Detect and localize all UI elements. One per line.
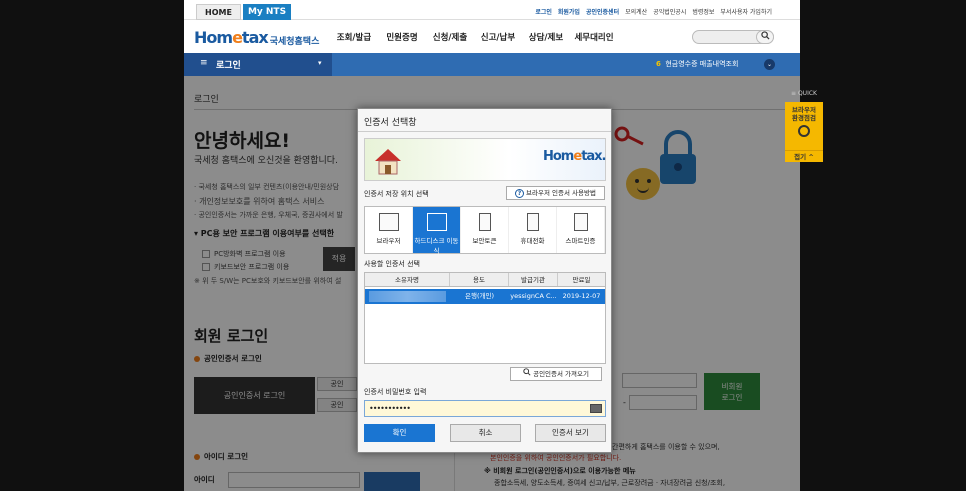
cert-expiry: 2019-12-07: [562, 292, 601, 300]
location-label-text: 휴대전화: [520, 237, 545, 245]
table-row[interactable]: 은행(개인) yessignCA C... 2019-12-07: [365, 289, 605, 304]
cert-table-header: 소유자명 용도 발급기관 만료일: [365, 273, 605, 287]
import-cert-label: 공인인증서 가져오기: [533, 370, 589, 378]
quick-menu: ≡ QUICK 브라우저 환경점검 접기 ^: [785, 90, 823, 162]
notice-text: 현금영수증 매출내역조회: [665, 60, 739, 68]
main-menu: 조회/발급 민원증명 신청/제출 신고/납부 상담/제보 세무대리인: [330, 31, 618, 43]
location-label-text: 스마트인증: [565, 237, 596, 245]
menu-dropdown[interactable]: ≡ 로그인 ▾: [184, 53, 332, 76]
storage-location-list: 브라우저 하드디스크 이동식 보안토큰 휴대전화 스마트인증: [364, 206, 606, 255]
tab-my-nts[interactable]: My NTS: [243, 4, 291, 20]
notice-expand-icon[interactable]: ⌄: [764, 59, 775, 70]
help-label: 브라우저 인증서 사용방법: [526, 189, 596, 197]
location-browser[interactable]: 브라우저: [365, 207, 413, 253]
help-icon: ?: [515, 189, 525, 198]
col-owner: 소유자명: [365, 273, 450, 286]
location-label-text: 하드디스크 이동식: [414, 237, 459, 255]
top-link-public-corp[interactable]: 공익법인공시: [653, 7, 686, 16]
divider: [358, 131, 611, 132]
location-label: 인증서 저장 위치 선택: [364, 190, 429, 198]
tab-home[interactable]: HOME: [196, 4, 241, 20]
menu-apply[interactable]: 신청/제출: [426, 31, 474, 43]
cancel-button[interactable]: 취소: [450, 424, 521, 442]
menu-consult[interactable]: 상담/제보: [522, 31, 570, 43]
top-link-cert-center[interactable]: 공인인증센터: [586, 7, 619, 16]
cert-owner-redacted: [365, 289, 450, 304]
cert-table: 소유자명 용도 발급기관 만료일 은행(개인) yessignCA C... 2…: [364, 272, 606, 364]
menu-report[interactable]: 신고/납부: [474, 31, 522, 43]
dialog-banner: Hometax.: [364, 138, 607, 181]
browser-icon: [378, 213, 399, 231]
banner-hometax-logo: Hometax.: [543, 149, 607, 164]
location-label-text: 브라우저: [376, 237, 401, 245]
current-menu-label: 로그인: [216, 61, 241, 71]
browser-check-button[interactable]: 브라우저 환경점검: [785, 102, 823, 150]
menu-certificate[interactable]: 민원증명: [378, 31, 426, 43]
notice-ticker[interactable]: 6 현금영수증 매출내역조회: [656, 59, 738, 69]
notice-number: 6: [656, 60, 661, 68]
location-smart-auth[interactable]: 스마트인증: [557, 207, 605, 253]
phone-icon: [526, 213, 539, 231]
usb-token-icon: [478, 213, 491, 231]
top-link-signup[interactable]: 회원가입: [558, 7, 580, 16]
chevron-down-icon: ▾: [318, 59, 322, 67]
logo-text-accent: e: [232, 27, 243, 47]
cert-select-dialog: 인증서 선택창 Hometax. 인증서 저장 위치 선택 ? 브라우저 인증서 …: [357, 108, 612, 453]
hamburger-icon: ≡: [200, 58, 208, 68]
banner-logo-accent: e: [573, 149, 582, 164]
location-bar: ≡ 로그인 ▾ 6 현금영수증 매출내역조회 ⌄: [184, 53, 800, 76]
quick-line: 환경점검: [792, 114, 816, 122]
logo-korean: 국세청홈택스: [269, 36, 320, 47]
gear-icon: [798, 125, 810, 137]
location-mobile-phone[interactable]: 휴대전화: [509, 207, 557, 253]
location-harddisk[interactable]: 하드디스크 이동식: [413, 207, 461, 255]
top-link-login[interactable]: 로그인: [535, 7, 552, 16]
dialog-title: 인증서 선택창: [364, 118, 417, 128]
cert-select-label: 사용할 인증서 선택: [364, 260, 420, 268]
menu-inquiry[interactable]: 조회/발급: [330, 31, 378, 43]
site-header: Hometax 국세청홈택스 조회/발급 민원증명 신청/제출 신고/납부 상담…: [184, 20, 800, 53]
confirm-button[interactable]: 확인: [364, 424, 435, 442]
harddisk-icon: [426, 213, 447, 231]
top-link-dept-user[interactable]: 부서사용자 가입하기: [720, 7, 772, 16]
house-icon: [375, 149, 401, 175]
logo-text-tail: tax: [241, 27, 269, 47]
screen-background: HOME My NTS 로그인 회원가입 공인인증센터 모의계산 공익법인공시 …: [0, 0, 966, 491]
cert-password-input[interactable]: •••••••••••: [364, 400, 606, 417]
quick-line: 브라우저: [792, 106, 816, 114]
location-security-token[interactable]: 보안토큰: [461, 207, 509, 253]
cert-usage: 은행(개인): [465, 292, 494, 300]
location-label-text: 보안토큰: [472, 237, 497, 245]
browser-cert-help-button[interactable]: ? 브라우저 인증서 사용방법: [506, 186, 605, 200]
top-link-law[interactable]: 범령정보: [692, 7, 714, 16]
col-issuer: 발급기관: [509, 273, 558, 286]
logo-text: Hom: [194, 27, 233, 47]
search-icon: [523, 368, 531, 376]
view-cert-button[interactable]: 인증서 보기: [535, 424, 606, 442]
menu-agent[interactable]: 세무대리인: [570, 31, 618, 43]
password-label: 인증서 비밀번호 입력: [364, 388, 427, 396]
import-cert-button[interactable]: 공인인증서 가져오기: [510, 367, 602, 381]
col-expiry: 만료일: [572, 276, 591, 284]
smartphone-icon: [573, 213, 588, 231]
search-icon[interactable]: [756, 30, 774, 44]
banner-logo-text: Hom: [543, 149, 574, 164]
virtual-keyboard-icon[interactable]: [590, 404, 602, 413]
col-usage: 용도: [450, 273, 509, 286]
quick-label: ≡ QUICK: [791, 90, 817, 97]
top-links: 로그인 회원가입 공인인증센터 모의계산 공익법인공시 범령정보 부서사용자 가…: [535, 7, 772, 16]
top-utility-bar: HOME My NTS 로그인 회원가입 공인인증센터 모의계산 공익법인공시 …: [184, 0, 800, 20]
top-link-calc[interactable]: 모의계산: [625, 7, 647, 16]
cert-issuer: yessignCA C...: [510, 292, 557, 300]
hometax-logo[interactable]: Hometax 국세청홈택스: [194, 24, 319, 50]
banner-logo-tail: tax.: [581, 149, 606, 164]
quick-collapse-button[interactable]: 접기 ^: [785, 150, 823, 162]
